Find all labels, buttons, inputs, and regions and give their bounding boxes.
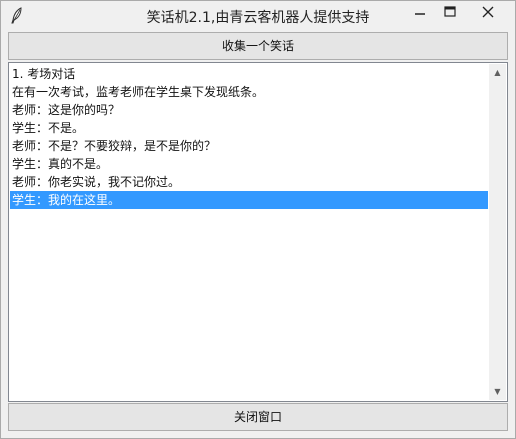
close-icon xyxy=(482,6,494,18)
text-line[interactable]: 老师：你老实说，我不记你过。 xyxy=(10,173,488,191)
text-line[interactable]: 学生：真的不是。 xyxy=(10,155,488,173)
joke-text-area[interactable]: 1. 考场对话 在有一次考试，监考老师在学生桌下发现纸条。 老师：这是你的吗？ … xyxy=(8,62,508,402)
scroll-up-arrow-icon[interactable]: ▲ xyxy=(489,64,506,81)
scroll-track[interactable] xyxy=(489,81,506,383)
close-window-button[interactable] xyxy=(465,1,511,23)
title-bar[interactable]: 笑话机2.1,由青云客机器人提供支持 xyxy=(1,1,515,31)
text-lines: 1. 考场对话 在有一次考试，监考老师在学生桌下发现纸条。 老师：这是你的吗？ … xyxy=(10,65,488,209)
vertical-scrollbar[interactable]: ▲ ▼ xyxy=(489,64,506,400)
text-line[interactable]: 老师：不是？不要狡辩，是不是你的？ xyxy=(10,137,488,155)
text-line[interactable]: 老师：这是你的吗？ xyxy=(10,101,488,119)
text-line[interactable]: 在有一次考试，监考老师在学生桌下发现纸条。 xyxy=(10,83,488,101)
maximize-button[interactable] xyxy=(435,1,465,23)
text-line[interactable]: 学生：不是。 xyxy=(10,119,488,137)
minimize-button[interactable] xyxy=(405,1,435,23)
text-line-selected[interactable]: 学生：我的在这里。 xyxy=(10,191,488,209)
close-window-text-button[interactable]: 关闭窗口 xyxy=(8,403,508,431)
collect-joke-button[interactable]: 收集一个笑话 xyxy=(8,32,508,60)
text-line[interactable]: 1. 考场对话 xyxy=(10,65,488,83)
minimize-icon xyxy=(415,13,425,15)
scroll-down-arrow-icon[interactable]: ▼ xyxy=(489,383,506,400)
app-window: 笑话机2.1,由青云客机器人提供支持 收集一个笑话 1. 考场对话 在有一次考试… xyxy=(0,0,516,439)
maximize-icon xyxy=(444,6,456,17)
